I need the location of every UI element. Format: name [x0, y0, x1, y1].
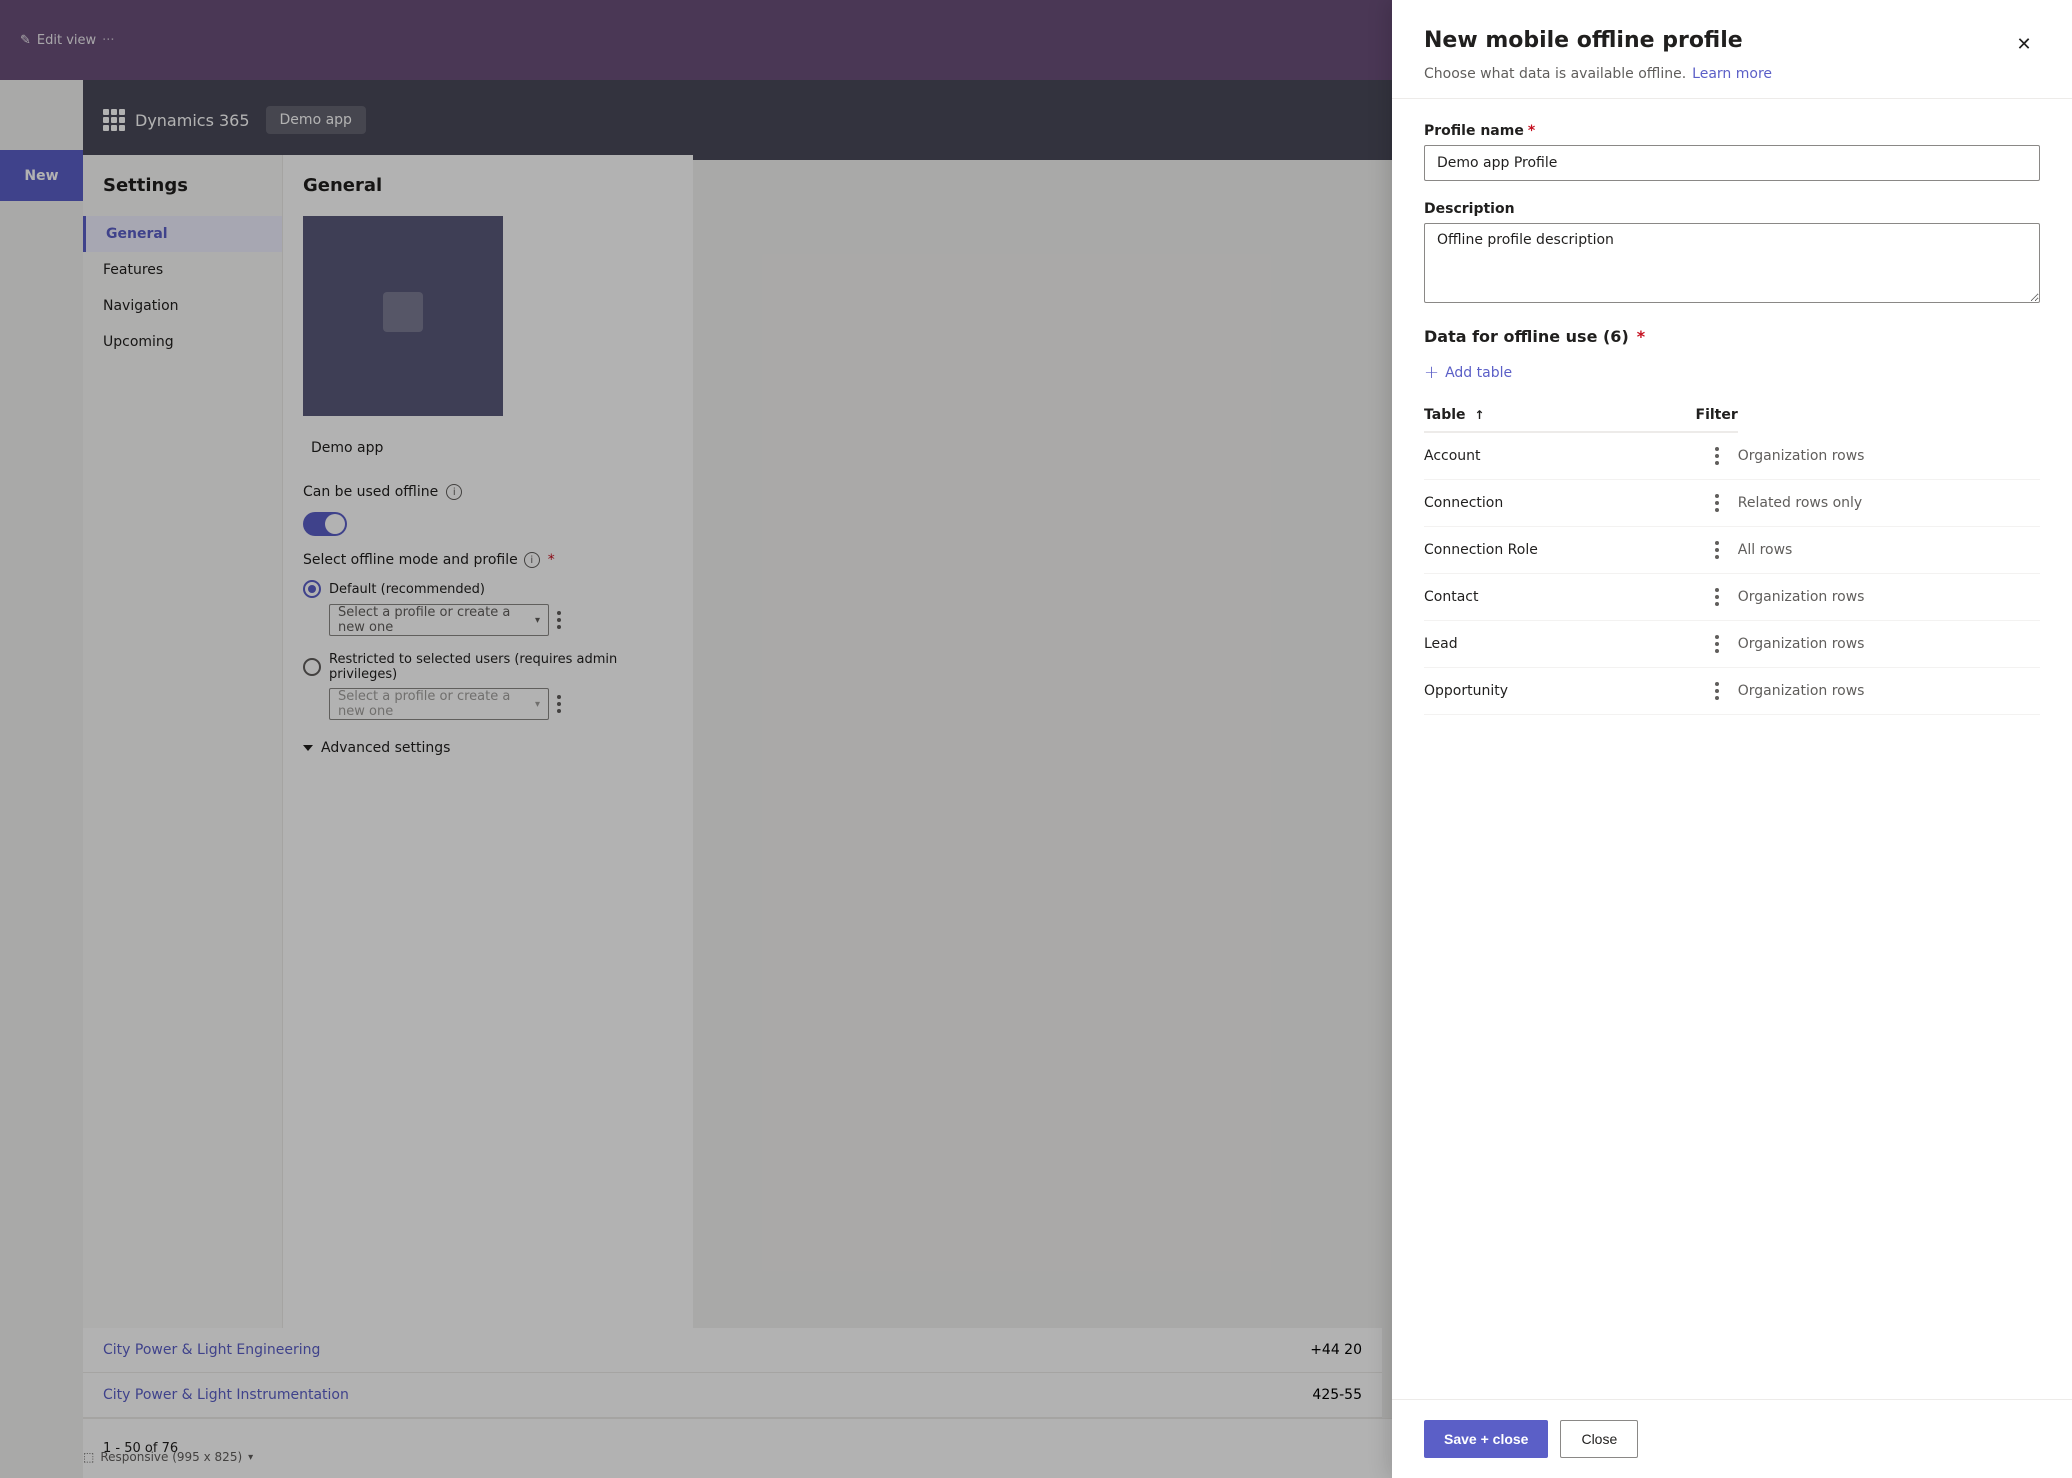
modal-subtitle: Choose what data is available offline. L… [1424, 66, 2040, 82]
row-dots-menu[interactable] [1696, 541, 1738, 559]
table-cell-dots[interactable] [1696, 432, 1738, 480]
row-dots-menu[interactable] [1696, 588, 1738, 606]
table-cell-name: Opportunity [1424, 668, 1696, 715]
description-field-group: Description Offline profile description [1424, 201, 2040, 307]
row-dots-menu[interactable] [1696, 447, 1738, 465]
table-cell-filter: All rows [1738, 527, 2040, 574]
profile-name-field-group: Profile name * [1424, 123, 2040, 181]
table-cell-filter: Related rows only [1738, 480, 2040, 527]
table-cell-filter: Organization rows [1738, 668, 2040, 715]
table-row: Account Organization rows [1424, 432, 2040, 480]
table-cell-name: Connection [1424, 480, 1696, 527]
plus-icon: + [1424, 362, 1439, 383]
profile-name-input[interactable] [1424, 145, 2040, 181]
table-row: Opportunity Organization rows [1424, 668, 2040, 715]
row-dots-menu[interactable] [1696, 635, 1738, 653]
table-cell-dots[interactable] [1696, 574, 1738, 621]
sort-icon: ↑ [1474, 408, 1484, 422]
modal-title: New mobile offline profile [1424, 28, 1743, 53]
table-cell-name: Account [1424, 432, 1696, 480]
table-cell-dots[interactable] [1696, 621, 1738, 668]
table-cell-filter: Organization rows [1738, 574, 2040, 621]
table-row: Lead Organization rows [1424, 621, 2040, 668]
data-section-header: Data for offline use (6) * [1424, 327, 2040, 346]
add-table-button[interactable]: + Add table [1424, 362, 2040, 383]
close-icon: ✕ [2016, 34, 2031, 55]
table-cell-filter: Organization rows [1738, 432, 2040, 480]
modal-panel: New mobile offline profile ✕ Choose what… [1392, 0, 2072, 1478]
profile-name-label: Profile name * [1424, 123, 2040, 139]
table-row: Contact Organization rows [1424, 574, 2040, 621]
description-textarea[interactable]: Offline profile description [1424, 223, 2040, 303]
table-row: Connection Role All rows [1424, 527, 2040, 574]
row-dots-menu[interactable] [1696, 494, 1738, 512]
add-table-label: Add table [1445, 365, 1512, 381]
data-table: Table ↑ Filter Account Organization [1424, 399, 2040, 715]
save-close-button[interactable]: Save + close [1424, 1420, 1548, 1458]
modal-header: New mobile offline profile ✕ Choose what… [1392, 0, 2072, 99]
data-section-required: * [1637, 327, 1645, 346]
modal-footer: Save + close Close [1392, 1399, 2072, 1478]
data-section-label: Data for offline use (6) [1424, 327, 1629, 346]
table-cell-name: Lead [1424, 621, 1696, 668]
modal-subtitle-text: Choose what data is available offline. [1424, 66, 1686, 82]
table-col-header-filter: Filter [1696, 399, 1738, 432]
learn-more-link[interactable]: Learn more [1692, 66, 1772, 82]
table-col-header-name[interactable]: Table ↑ [1424, 399, 1696, 432]
modal-title-row: New mobile offline profile ✕ [1424, 28, 2040, 60]
close-button[interactable]: Close [1560, 1420, 1638, 1458]
table-row: Connection Related rows only [1424, 480, 2040, 527]
table-cell-name: Contact [1424, 574, 1696, 621]
table-cell-filter: Organization rows [1738, 621, 2040, 668]
row-dots-menu[interactable] [1696, 682, 1738, 700]
modal-close-button[interactable]: ✕ [2008, 28, 2040, 60]
profile-name-required: * [1528, 123, 1535, 139]
table-cell-dots[interactable] [1696, 480, 1738, 527]
table-cell-dots[interactable] [1696, 668, 1738, 715]
table-cell-dots[interactable] [1696, 527, 1738, 574]
modal-body: Profile name * Description Offline profi… [1392, 99, 2072, 1399]
description-label: Description [1424, 201, 2040, 217]
table-cell-name: Connection Role [1424, 527, 1696, 574]
